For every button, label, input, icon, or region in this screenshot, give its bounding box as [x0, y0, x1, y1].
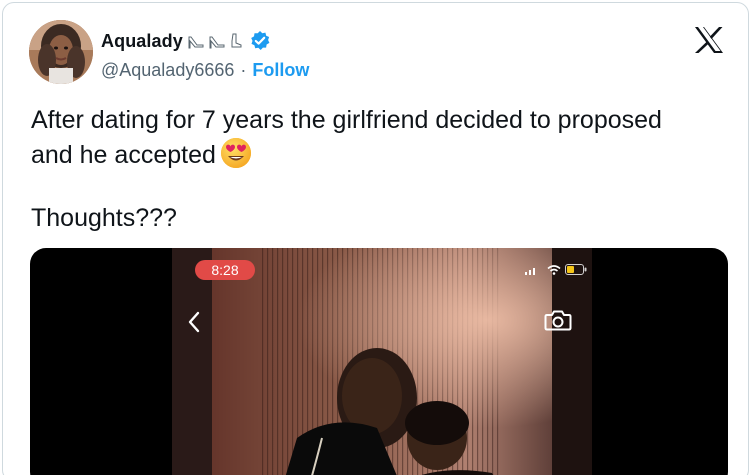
verified-badge-icon — [251, 31, 270, 50]
high-heel-icons — [187, 33, 243, 49]
camera-icon[interactable] — [544, 308, 572, 332]
high-heel-icon — [188, 36, 204, 49]
tweet-header: Aqualady @Aqualady6666 · Follow — [3, 3, 748, 93]
recording-time-badge: 8:28 — [195, 260, 255, 280]
tweet-card[interactable]: Aqualady @Aqualady6666 · Follow After da… — [2, 2, 749, 475]
high-heel-icon — [209, 36, 225, 49]
chevron-left-icon[interactable] — [186, 310, 202, 334]
battery-icon — [565, 264, 587, 275]
display-name[interactable]: Aqualady — [101, 31, 183, 52]
handle[interactable]: @Aqualady6666 — [101, 60, 234, 81]
tweet-text-line: and he accepted — [31, 141, 216, 169]
follow-button[interactable]: Follow — [252, 60, 309, 81]
tweet-text-line: Thoughts??? — [31, 204, 177, 232]
wifi-icon — [547, 264, 561, 275]
boot-icon — [231, 33, 242, 48]
avatar[interactable] — [29, 20, 93, 84]
tweet-text: After dating for 7 years the girlfriend … — [31, 103, 731, 172]
heart-eyes-emoji-icon — [220, 138, 251, 168]
tweet-text-line: After dating for 7 years the girlfriend … — [31, 106, 662, 134]
phone-status-icons — [525, 264, 587, 275]
handle-row: @Aqualady6666 · Follow — [101, 60, 309, 81]
name-row: Aqualady — [101, 29, 271, 53]
signal-icon — [525, 267, 535, 275]
tweet-text-line-with-emoji: and he accepted — [31, 137, 731, 172]
tweet-video[interactable]: 8:28 — [30, 248, 728, 475]
video-frame — [172, 248, 592, 475]
separator-dot: · — [240, 60, 247, 80]
x-logo-icon[interactable] — [694, 26, 724, 54]
